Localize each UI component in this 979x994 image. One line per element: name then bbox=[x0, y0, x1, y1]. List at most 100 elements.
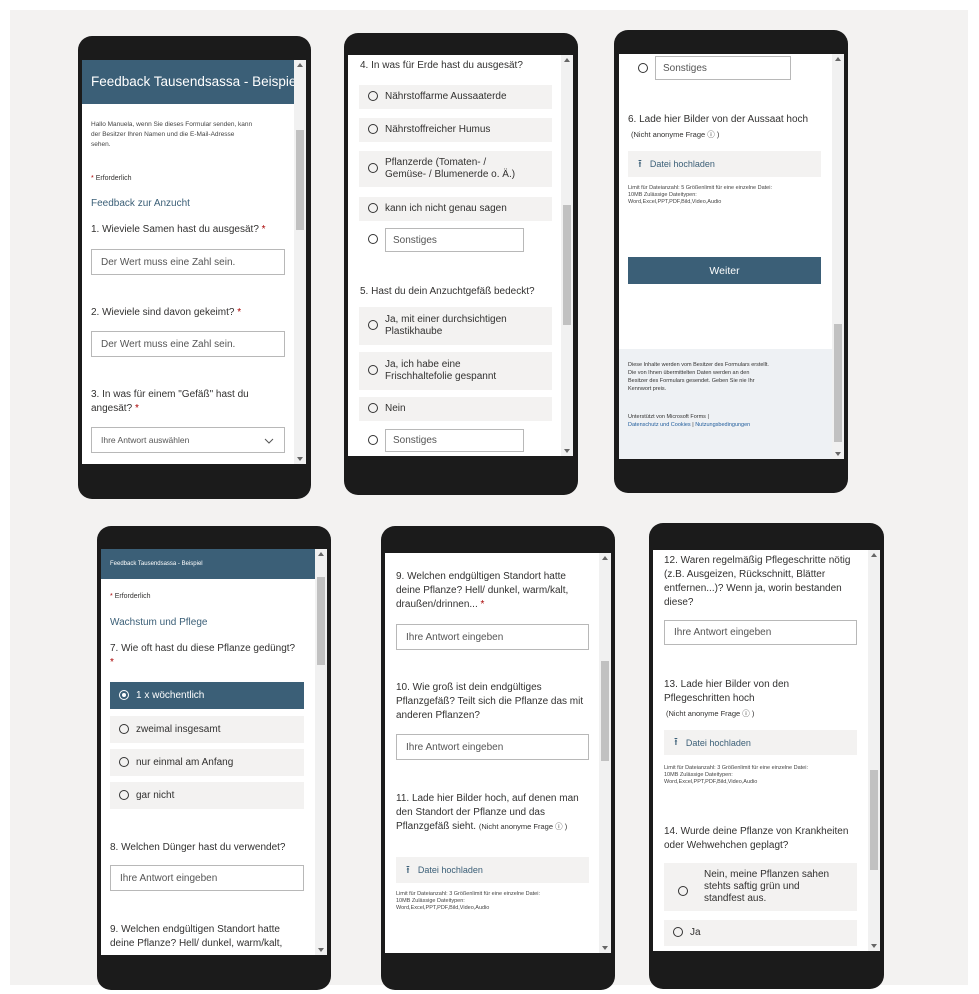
question-1: 1. Wieviele Samen hast du ausgesät? * bbox=[91, 223, 266, 237]
option-naehrstoffreicher-humus[interactable]: Nährstoffreicher Humus bbox=[359, 118, 552, 142]
sonstiges-input[interactable]: Sonstiges bbox=[385, 228, 524, 252]
option-nein[interactable]: Nein bbox=[359, 397, 552, 421]
scrollbar[interactable] bbox=[599, 553, 611, 953]
scroll-down-icon[interactable] bbox=[871, 944, 877, 948]
phone-4: Feedback Tausendsassa - Beispiel * Erfor… bbox=[97, 526, 331, 990]
scroll-thumb[interactable] bbox=[834, 324, 842, 442]
limit-line-1: Limit für Dateianzahl: 3 Größenlimit für… bbox=[664, 765, 808, 771]
limit-line-3: Word,Excel,PPT,PDF,Bild,Video,Audio bbox=[396, 905, 490, 911]
question-11-line-1: 11. Lade hier Bilder hoch, auf denen man bbox=[396, 793, 579, 804]
limit-line-2: 10MB Zulässige Dateitypen: bbox=[664, 772, 733, 778]
question-14: 14. Wurde deine Pflanze von Krankheiten … bbox=[664, 825, 848, 853]
option-frischhaltefolie[interactable]: Ja, ich habe eine Frischhaltefolie gespan… bbox=[359, 352, 552, 390]
option-label-line-1: Nein, meine Pflanzen sahen bbox=[704, 869, 830, 880]
answer-1-input[interactable]: Der Wert muss eine Zahl sein. bbox=[91, 249, 285, 275]
option-sonstiges[interactable]: Sonstiges bbox=[629, 54, 819, 84]
form-header: Feedback Tausendsassa - Beispiel bbox=[82, 60, 299, 104]
option-1x-woechentlich[interactable]: 1 x wöchentlich bbox=[110, 682, 304, 709]
scroll-thumb[interactable] bbox=[601, 661, 609, 761]
greeting-line-1: Hallo Manuela, wenn Sie dieses Formular … bbox=[91, 121, 253, 128]
scrollbar[interactable] bbox=[561, 55, 573, 456]
phone-5-screen: 9. Welchen endgültigen Standort hatte de… bbox=[385, 553, 611, 953]
scroll-thumb[interactable] bbox=[317, 577, 325, 665]
option-nicht-genau[interactable]: kann ich nicht genau sagen bbox=[359, 197, 552, 221]
answer-2-input[interactable]: Der Wert muss eine Zahl sein. bbox=[91, 331, 285, 357]
required-note: * Erforderlich bbox=[110, 590, 150, 604]
scrollbar[interactable] bbox=[315, 549, 327, 955]
option-label-line-2: Frischhaltefolie gespannt bbox=[385, 371, 497, 382]
scroll-up-icon[interactable] bbox=[835, 57, 841, 61]
sonstiges-input[interactable]: Sonstiges bbox=[385, 429, 524, 452]
option-label: nur einmal am Anfang bbox=[136, 756, 234, 768]
option-label-line-1: Ja, ich habe eine bbox=[385, 359, 461, 370]
option-label: kann ich nicht genau sagen bbox=[385, 203, 507, 214]
upload-button[interactable]: ⭱ Datei hochladen bbox=[628, 151, 821, 177]
option-label-line-2: Gemüse- / Blumenerde o. Ä.) bbox=[385, 169, 516, 180]
scrollbar[interactable] bbox=[294, 60, 306, 464]
answer-12-input[interactable]: Ihre Antwort eingeben bbox=[664, 620, 857, 645]
question-10-line-2: Pflanzgefäß? Teilt sich die Pflanze das … bbox=[396, 696, 584, 707]
question-11: 11. Lade hier Bilder hoch, auf denen man… bbox=[396, 792, 579, 834]
phone-2-screen: 4. In was für Erde hast du ausgesät? Näh… bbox=[348, 55, 573, 456]
question-5: 5. Hast du dein Anzuchtgefäß bedeckt? bbox=[360, 286, 535, 297]
upload-button[interactable]: ⭱ Datei hochladen bbox=[396, 857, 589, 883]
question-13-line-2: Pflegeschritten hoch bbox=[664, 693, 755, 704]
answer-10-placeholder: Ihre Antwort eingeben bbox=[406, 741, 504, 753]
option-zweimal-insgesamt[interactable]: zweimal insgesamt bbox=[110, 716, 304, 743]
upload-button[interactable]: ⭱ Datei hochladen bbox=[664, 730, 857, 755]
answer-3-select[interactable]: Ihre Antwort auswählen bbox=[91, 427, 285, 453]
radio-icon bbox=[119, 789, 129, 800]
answer-9-placeholder: Ihre Antwort eingeben bbox=[406, 631, 504, 643]
scroll-up-icon[interactable] bbox=[297, 63, 303, 67]
option-sonstiges[interactable]: Sonstiges bbox=[359, 226, 552, 254]
option-nein-gesund[interactable]: Nein, meine Pflanzen sahen stehts saftig … bbox=[664, 863, 857, 911]
option-label: Nein bbox=[385, 403, 406, 414]
option-pflanzerde[interactable]: Pflanzerde (Tomaten- / Gemüse- / Blumener… bbox=[359, 151, 552, 187]
sonstiges-input[interactable]: Sonstiges bbox=[655, 56, 791, 80]
option-ja[interactable]: Ja bbox=[664, 920, 857, 946]
scroll-down-icon[interactable] bbox=[564, 449, 570, 453]
question-6: 6. Lade hier Bilder von der Aussaat hoch bbox=[628, 114, 809, 125]
next-button[interactable]: Weiter bbox=[628, 257, 821, 284]
option-naehrstoffarme-aussaaterde[interactable]: Nährstoffarme Aussaaterde bbox=[359, 85, 552, 109]
question-12: 12. Waren regelmäßig Pflegeschritte nöti… bbox=[664, 554, 850, 610]
answer-8-input[interactable]: Ihre Antwort eingeben bbox=[110, 865, 304, 891]
question-4: 4. In was für Erde hast du ausgesät? bbox=[360, 60, 523, 71]
scroll-up-icon[interactable] bbox=[318, 552, 324, 556]
option-label-line-2: Plastikhaube bbox=[385, 326, 443, 337]
scrollbar[interactable] bbox=[868, 550, 880, 951]
scroll-thumb[interactable] bbox=[870, 770, 878, 870]
scroll-down-icon[interactable] bbox=[318, 948, 324, 952]
option-label: Nährstoffarme Aussaaterde bbox=[385, 91, 507, 102]
question-3-line-1: 3. In was für einem "Gefäß" hast du bbox=[91, 389, 249, 400]
scroll-down-icon[interactable] bbox=[835, 452, 841, 456]
phone-6: 12. Waren regelmäßig Pflegeschritte nöti… bbox=[649, 523, 884, 989]
option-sonstiges-2[interactable]: Sonstiges bbox=[359, 427, 552, 454]
scroll-thumb[interactable] bbox=[296, 130, 304, 230]
scroll-up-icon[interactable] bbox=[602, 556, 608, 560]
scroll-up-icon[interactable] bbox=[564, 58, 570, 62]
option-nur-einmal[interactable]: nur einmal am Anfang bbox=[110, 749, 304, 776]
scroll-thumb[interactable] bbox=[563, 205, 571, 325]
option-plastikhaube[interactable]: Ja, mit einer durchsichtigen Plastikhaube bbox=[359, 307, 552, 345]
radio-icon bbox=[368, 434, 378, 445]
privacy-link[interactable]: Datenschutz und Cookies bbox=[628, 422, 691, 428]
question-13-note: (Nicht anonyme Frage ⓘ ) bbox=[666, 709, 755, 718]
upload-label: Datei hochladen bbox=[649, 159, 715, 169]
question-9: 9. Welchen endgültigen Standort hatte de… bbox=[110, 923, 282, 951]
answer-9-input[interactable]: Ihre Antwort eingeben bbox=[396, 624, 589, 650]
question-12-line-3: entfernen...)? Wenn ja, worin bestanden bbox=[664, 583, 842, 594]
scroll-down-icon[interactable] bbox=[602, 946, 608, 950]
terms-link[interactable]: Nutzungsbedingungen bbox=[695, 422, 750, 428]
radio-icon bbox=[368, 403, 378, 413]
answer-3-select-value: Ihre Antwort auswählen bbox=[101, 435, 190, 445]
radio-icon bbox=[119, 756, 129, 767]
option-label-line-1: Pflanzerde (Tomaten- / bbox=[385, 157, 487, 168]
answer-10-input[interactable]: Ihre Antwort eingeben bbox=[396, 734, 589, 760]
upload-icon: ⭱ bbox=[674, 736, 678, 748]
option-gar-nicht[interactable]: gar nicht bbox=[110, 782, 304, 809]
scroll-down-icon[interactable] bbox=[297, 457, 303, 461]
question-7: 7. Wie oft hast du diese Pflanze gedüngt… bbox=[110, 642, 295, 670]
scroll-up-icon[interactable] bbox=[871, 553, 877, 557]
scrollbar[interactable] bbox=[832, 54, 844, 459]
